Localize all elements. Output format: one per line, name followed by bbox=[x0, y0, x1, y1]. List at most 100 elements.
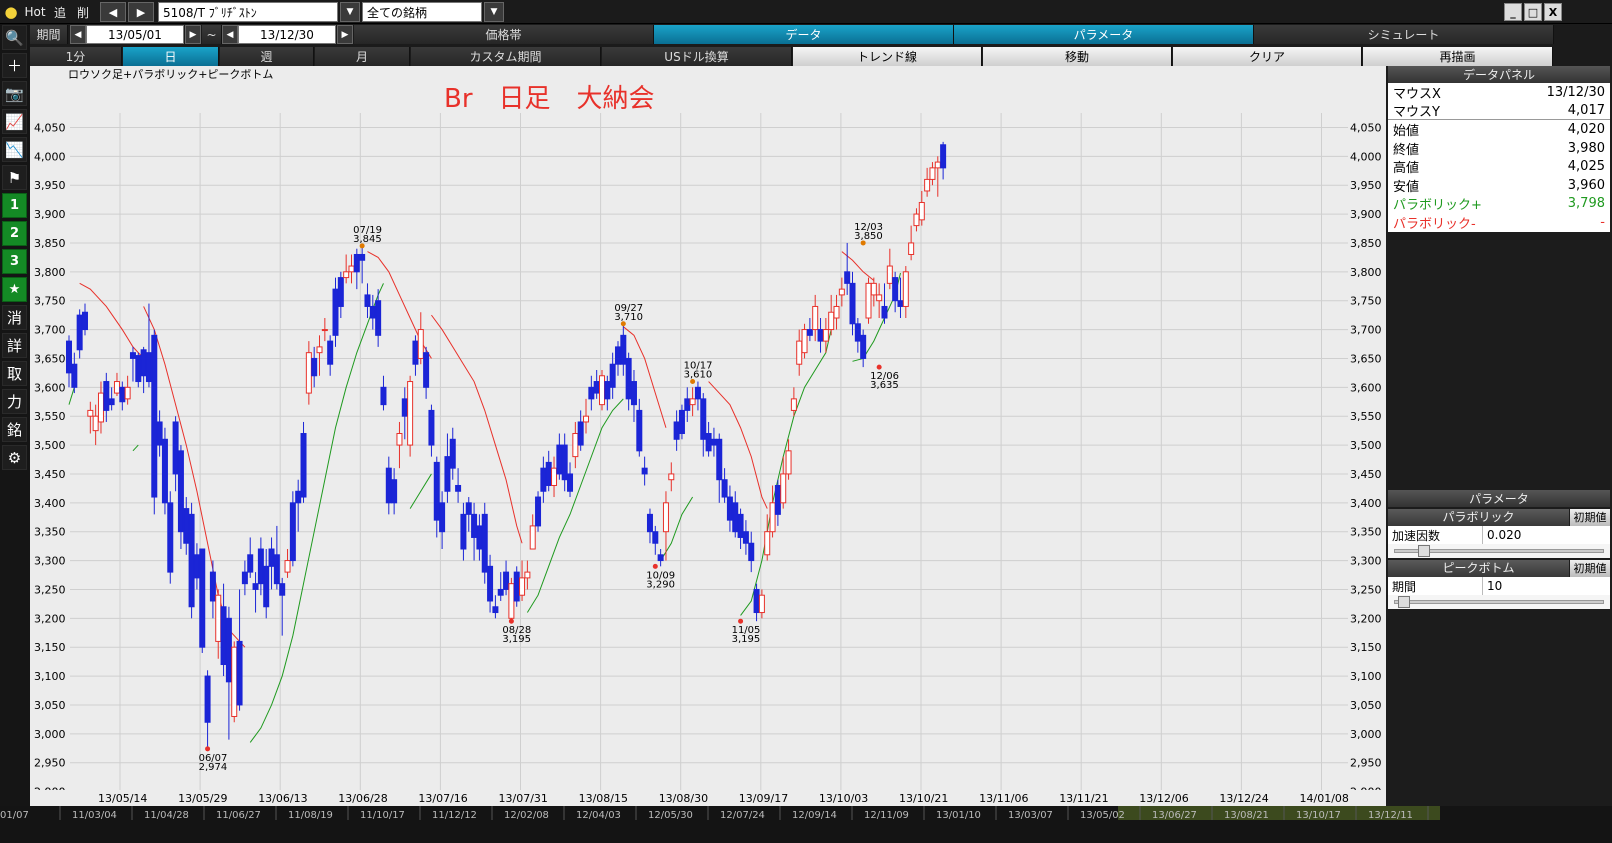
bottom-value-label: 3,195 bbox=[732, 634, 761, 645]
stock-list-select[interactable]: 全ての銘柄 bbox=[362, 2, 482, 22]
trade-button[interactable]: 取 bbox=[2, 361, 27, 386]
candle-body-down bbox=[625, 357, 632, 400]
candle bbox=[135, 352, 142, 388]
lightbulb-icon[interactable]: ● bbox=[2, 2, 20, 22]
data-row-label: マウスX bbox=[1393, 86, 1441, 102]
search-icon: 🔍 bbox=[5, 28, 24, 47]
candle bbox=[332, 277, 339, 347]
timeline-label: 13/06/27 bbox=[1152, 810, 1197, 821]
end-next-button[interactable]: ▶ bbox=[337, 25, 353, 44]
candle bbox=[700, 393, 707, 457]
candle bbox=[209, 560, 216, 619]
tab-simulate[interactable]: シミュレート bbox=[1254, 25, 1554, 44]
accel-slider-handle[interactable] bbox=[1417, 545, 1430, 557]
y-tick-label-right: 3,800 bbox=[1350, 266, 1382, 279]
search-button[interactable]: 🔍 bbox=[2, 25, 27, 50]
stock-list-dropdown-button[interactable]: ▼ bbox=[484, 2, 504, 22]
candle bbox=[220, 583, 227, 677]
line-chart-purple-button[interactable]: 📉 bbox=[2, 137, 27, 162]
candle bbox=[215, 589, 222, 659]
y-tick-label-right: 3,450 bbox=[1350, 468, 1382, 481]
trendline-button[interactable]: トレンド線 bbox=[793, 47, 982, 66]
timeline-label: 13/01/10 bbox=[936, 810, 981, 821]
candle-body-down bbox=[646, 513, 653, 533]
line-chart-red-button[interactable]: 📈 bbox=[2, 109, 27, 134]
symbol-dropdown-button[interactable]: ▼ bbox=[340, 2, 360, 22]
restore-button[interactable]: □ bbox=[1524, 3, 1542, 21]
crosshair-button[interactable]: ＋ bbox=[2, 53, 27, 78]
minimize-button[interactable]: _ bbox=[1504, 3, 1522, 21]
candle-body-up bbox=[812, 305, 819, 331]
star-button[interactable]: ★ bbox=[2, 277, 27, 302]
bottom-timeline[interactable]: 01/07 11/03/04 11/04/28 11/06/27 11/08/19 11/… bbox=[0, 806, 1612, 840]
interval-day-button[interactable]: 日 bbox=[123, 47, 219, 66]
start-date-input[interactable]: 13/05/01 bbox=[86, 25, 184, 44]
candle bbox=[268, 537, 275, 590]
interval-month-button[interactable]: 月 bbox=[315, 47, 410, 66]
erase-button[interactable]: 消 bbox=[2, 305, 27, 330]
close-button[interactable]: X bbox=[1544, 3, 1562, 21]
tab-price-band[interactable]: 価格帯 bbox=[354, 25, 654, 44]
period-slider[interactable] bbox=[1388, 595, 1610, 609]
parabolic-sar-line bbox=[409, 473, 432, 509]
start-prev-button[interactable]: ◀ bbox=[70, 25, 86, 44]
end-date-input[interactable]: 13/12/30 bbox=[238, 25, 336, 44]
candle-body-up bbox=[321, 329, 328, 332]
detail-button[interactable]: 詳 bbox=[2, 333, 27, 358]
y-tick-label-left: 3,550 bbox=[34, 410, 66, 423]
timeline-scrollbar[interactable]: 01/07 11/03/04 11/04/28 11/06/27 11/08/19 11/… bbox=[0, 806, 1612, 840]
interval-1min-button[interactable]: 1分 bbox=[30, 47, 122, 66]
delete-button[interactable]: 削 bbox=[72, 2, 94, 22]
stock-button[interactable]: 銘 bbox=[2, 417, 27, 442]
candle-body-up bbox=[215, 594, 222, 642]
candle-body-down bbox=[209, 571, 216, 602]
tab-parameters[interactable]: パラメータ bbox=[954, 25, 1254, 44]
next-symbol-button[interactable]: ▶ bbox=[128, 2, 154, 22]
parabolic-reset-button[interactable]: 初期値 bbox=[1570, 509, 1610, 526]
camera-button[interactable]: 📷 bbox=[2, 81, 27, 106]
usd-convert-button[interactable]: USドル換算 bbox=[602, 47, 792, 66]
start-next-button[interactable]: ▶ bbox=[185, 25, 201, 44]
candle bbox=[529, 514, 536, 550]
move-button[interactable]: 移動 bbox=[983, 47, 1172, 66]
slot-2-button[interactable]: 2 bbox=[2, 221, 27, 246]
candle-body-down bbox=[630, 381, 637, 406]
slot-3-button[interactable]: 3 bbox=[2, 249, 27, 274]
chart-area[interactable]: 07/19 3,845 09/27 3,710 10/17 3,610 12/03 3,850… bbox=[30, 66, 1386, 806]
tab-data[interactable]: データ bbox=[654, 25, 954, 44]
chart-title: Br 日足 大納会 bbox=[444, 84, 655, 114]
end-prev-button[interactable]: ◀ bbox=[222, 25, 238, 44]
candlestick-chart[interactable]: 07/193,84509/273,71010/173,61012/033,850… bbox=[30, 66, 1386, 806]
slot-1-button[interactable]: 1 bbox=[2, 193, 27, 218]
interval-week-button[interactable]: 週 bbox=[220, 47, 314, 66]
y-tick-label-right: 3,350 bbox=[1350, 526, 1382, 539]
candle bbox=[886, 248, 893, 290]
peak-reset-button[interactable]: 初期値 bbox=[1570, 560, 1610, 577]
accel-slider[interactable] bbox=[1388, 544, 1610, 558]
flag-button[interactable]: ⚑ bbox=[2, 165, 27, 190]
clear-button[interactable]: クリア bbox=[1173, 47, 1362, 66]
candle bbox=[188, 502, 195, 619]
period-param-input[interactable]: 10 bbox=[1482, 577, 1610, 595]
candle bbox=[284, 549, 291, 578]
period-slider-handle[interactable] bbox=[1397, 596, 1410, 608]
redraw-button[interactable]: 再描画 bbox=[1363, 47, 1553, 66]
add-button[interactable]: 追 bbox=[50, 2, 70, 22]
sar-minus-value: - bbox=[1600, 214, 1605, 230]
gear-button[interactable]: ⚙ bbox=[2, 445, 27, 470]
candle bbox=[774, 479, 781, 526]
hot-button[interactable]: Hot bbox=[22, 2, 48, 22]
power-button[interactable]: 力 bbox=[2, 389, 27, 414]
prev-symbol-button[interactable]: ◀ bbox=[100, 2, 126, 22]
candle bbox=[940, 141, 947, 180]
candle-body-down bbox=[151, 334, 158, 498]
accel-input[interactable]: 0.020 bbox=[1482, 526, 1610, 544]
candle bbox=[455, 468, 462, 503]
candle bbox=[588, 375, 595, 411]
custom-period-button[interactable]: カスタム期間 bbox=[411, 47, 601, 66]
candle-body-up bbox=[508, 583, 515, 619]
candle bbox=[630, 369, 637, 422]
candle-body-down bbox=[732, 502, 739, 533]
candle bbox=[231, 641, 238, 723]
symbol-input[interactable]: 5108/T ﾌﾞﾘﾁﾞｽﾄﾝ bbox=[158, 2, 338, 22]
